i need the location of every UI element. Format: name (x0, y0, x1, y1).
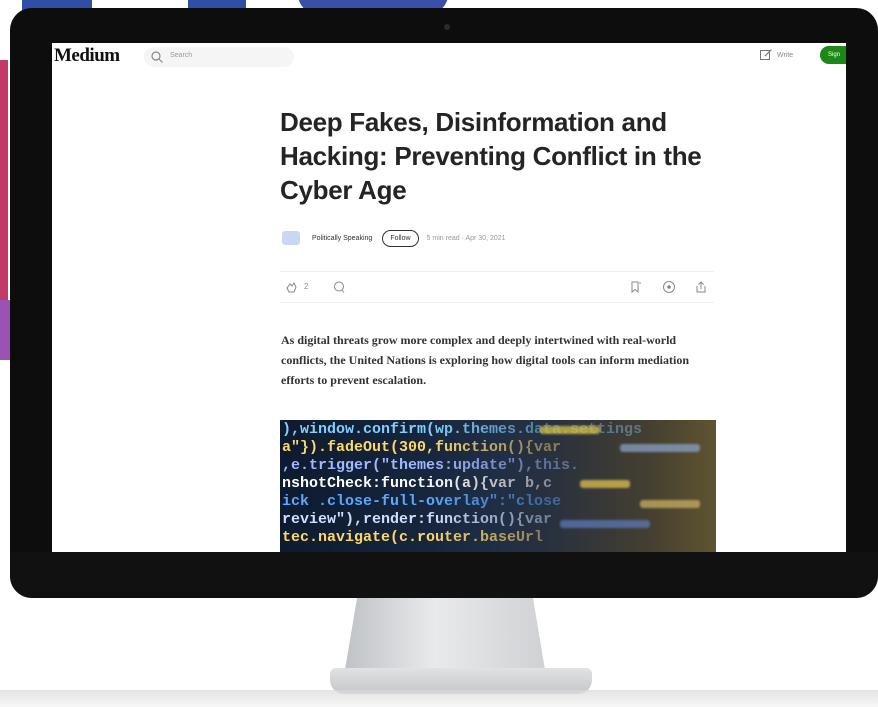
author-row: Politically Speaking Follow 5 min read ·… (282, 227, 506, 249)
write-icon (760, 49, 772, 60)
article-hero-image: ),window.confirm(wp.themes.data.settings… (280, 420, 716, 552)
clap-icon[interactable] (284, 280, 298, 294)
floor-shadow (0, 690, 878, 707)
hero-blob (540, 426, 600, 434)
browser-screen: Medium Search Write Sign Deep Fakes, Dis… (52, 43, 846, 552)
top-navigation: Medium Search Write Sign (52, 43, 846, 73)
hero-blob (640, 500, 700, 508)
hero-blob (560, 520, 650, 528)
article-meta: 5 min read · Apr 30, 2021 (426, 234, 506, 242)
monitor-stand (345, 598, 545, 670)
webcam (444, 24, 450, 30)
comment-icon[interactable] (332, 280, 346, 294)
write-label: Write (777, 51, 794, 59)
signup-button[interactable]: Sign (820, 46, 846, 64)
search-icon (151, 51, 163, 63)
author-name[interactable]: Politically Speaking (312, 235, 372, 242)
monitor-bezel (10, 552, 878, 598)
hero-blob (580, 480, 630, 488)
search-placeholder: Search (170, 52, 193, 59)
article-action-bar: 2 (280, 271, 714, 303)
publication-avatar[interactable] (282, 231, 300, 245)
follow-button[interactable]: Follow (382, 229, 419, 247)
article-title: Deep Fakes, Disinformation and Hacking: … (280, 107, 702, 205)
article-lede: As digital threats grow more complex and… (281, 333, 690, 387)
medium-logo[interactable]: Medium (54, 45, 120, 67)
listen-icon[interactable] (662, 280, 676, 294)
background-shape (0, 60, 8, 300)
share-icon[interactable] (694, 280, 708, 294)
write-button[interactable]: Write (759, 48, 793, 62)
bookmark-icon[interactable] (628, 280, 642, 294)
clap-count: 2 (304, 282, 309, 291)
hero-blur (430, 420, 716, 552)
hero-blob (620, 444, 700, 452)
search-input[interactable]: Search (144, 47, 294, 67)
